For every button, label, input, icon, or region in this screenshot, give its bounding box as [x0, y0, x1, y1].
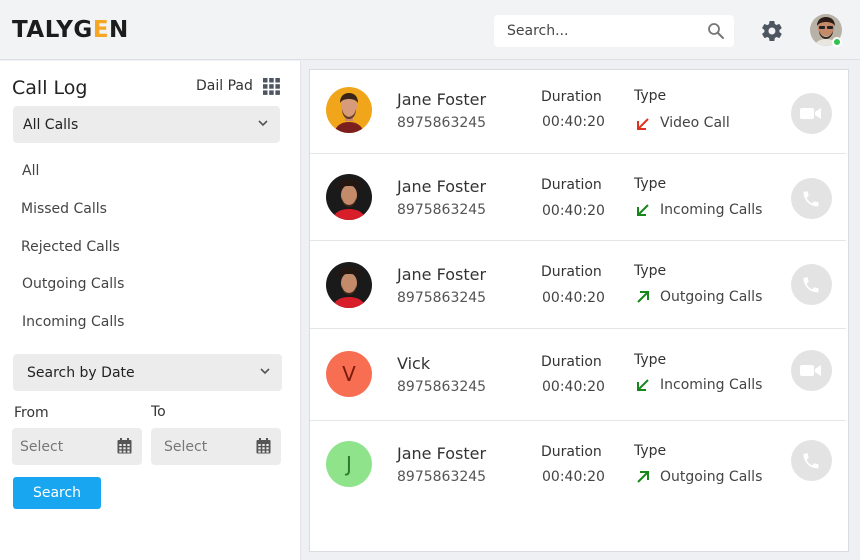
- talygen-logo[interactable]: TALYGEN: [12, 17, 129, 43]
- dialpad-label[interactable]: Dail Pad: [196, 78, 253, 94]
- duration-value: 00:40:20: [542, 290, 605, 306]
- missed-call-arrow-icon: [637, 118, 649, 130]
- contact-phone: 8975863245: [397, 115, 487, 131]
- outgoing-call-arrow-icon: [637, 291, 649, 303]
- duration-value: 00:40:20: [542, 469, 605, 485]
- filter-item-rejected[interactable]: Rejected Calls: [21, 239, 120, 255]
- from-label: From: [14, 405, 49, 421]
- contact-phone: 8975863245: [397, 202, 487, 218]
- contact-name: Vick: [397, 354, 431, 373]
- contact-avatar: [326, 262, 372, 308]
- duration-value: 00:40:20: [542, 379, 605, 395]
- date-filter-value: Search by Date: [27, 365, 135, 381]
- chevron-down-icon: [260, 368, 270, 375]
- call-type-value: Incoming Calls: [660, 202, 763, 218]
- dialpad-grid-icon[interactable]: [263, 78, 280, 95]
- filter-item-all[interactable]: All: [22, 163, 39, 179]
- incoming-call-arrow-icon: [637, 204, 649, 216]
- type-label: Type: [634, 263, 667, 279]
- calendar-icon[interactable]: [117, 438, 132, 454]
- call-type-value: Incoming Calls: [660, 377, 763, 393]
- call-row[interactable]: Jane Foster 8975863245 Duration 00:40:20…: [310, 154, 846, 241]
- call-filter-select[interactable]: All Calls: [13, 106, 280, 143]
- filter-item-outgoing[interactable]: Outgoing Calls: [22, 276, 124, 292]
- type-label: Type: [634, 88, 667, 104]
- duration-label: Duration: [541, 264, 602, 280]
- duration-label: Duration: [541, 354, 602, 370]
- top-bar: TALYGEN: [0, 0, 860, 60]
- call-row[interactable]: Jane Foster 8975863245 Duration 00:40:20…: [310, 241, 846, 329]
- to-date-input[interactable]: Select: [151, 428, 281, 465]
- call-type-value: Outgoing Calls: [660, 289, 763, 305]
- type-label: Type: [634, 443, 667, 459]
- phone-icon: [803, 453, 819, 469]
- contact-avatar: [326, 174, 372, 220]
- voice-call-button[interactable]: [791, 264, 832, 305]
- contact-phone: 8975863245: [397, 379, 487, 395]
- duration-value: 00:40:20: [542, 203, 605, 219]
- voice-call-button[interactable]: [791, 440, 832, 481]
- outgoing-call-arrow-icon: [637, 471, 649, 483]
- contact-phone: 8975863245: [397, 469, 487, 485]
- contact-avatar: V: [326, 351, 372, 397]
- call-type-value: Outgoing Calls: [660, 469, 763, 485]
- contact-name: Jane Foster: [397, 177, 487, 196]
- call-row[interactable]: V Vick 8975863245 Duration 00:40:20 Type…: [310, 329, 846, 421]
- contact-name: Jane Foster: [397, 444, 487, 463]
- contact-avatar: J: [326, 441, 372, 487]
- video-icon: [800, 108, 821, 119]
- contact-name: Jane Foster: [397, 265, 487, 284]
- contact-phone: 8975863245: [397, 290, 487, 306]
- video-call-button[interactable]: [791, 93, 832, 134]
- filter-item-missed[interactable]: Missed Calls: [21, 201, 107, 217]
- incoming-call-arrow-icon: [637, 379, 649, 391]
- search-button[interactable]: Search: [13, 477, 101, 509]
- call-row[interactable]: J Jane Foster 8975863245 Duration 00:40:…: [310, 421, 846, 511]
- call-row[interactable]: Jane Foster 8975863245 Duration 00:40:20…: [310, 70, 846, 154]
- phone-icon: [803, 191, 819, 207]
- from-date-placeholder: Select: [20, 439, 64, 455]
- contact-name: Jane Foster: [397, 90, 487, 109]
- online-status-indicator: [832, 37, 842, 47]
- chevron-down-icon: [258, 120, 268, 127]
- type-label: Type: [634, 176, 667, 192]
- duration-label: Duration: [541, 444, 602, 460]
- call-filter-value: All Calls: [23, 117, 79, 133]
- search-input[interactable]: [494, 15, 704, 47]
- filter-item-incoming[interactable]: Incoming Calls: [22, 314, 124, 330]
- gear-icon[interactable]: [760, 19, 784, 43]
- video-call-button[interactable]: [791, 350, 832, 391]
- from-date-input[interactable]: Select: [12, 428, 142, 465]
- search-icon[interactable]: [707, 22, 725, 40]
- call-type-value: Video Call: [660, 115, 730, 131]
- duration-value: 00:40:20: [542, 114, 605, 130]
- calendar-icon[interactable]: [256, 438, 271, 454]
- voice-call-button[interactable]: [791, 178, 832, 219]
- global-search: [494, 15, 734, 47]
- duration-label: Duration: [541, 177, 602, 193]
- contact-avatar: [326, 87, 372, 133]
- phone-icon: [803, 277, 819, 293]
- type-label: Type: [634, 352, 667, 368]
- date-filter-select[interactable]: Search by Date: [13, 354, 282, 391]
- to-date-placeholder: Select: [164, 439, 208, 455]
- call-log-sidebar: Call Log Dail Pad All Calls All Missed C…: [0, 61, 301, 560]
- call-list: Jane Foster 8975863245 Duration 00:40:20…: [309, 69, 849, 552]
- to-label: To: [151, 404, 166, 420]
- sidebar-title: Call Log: [12, 77, 88, 99]
- duration-label: Duration: [541, 89, 602, 105]
- video-icon: [800, 365, 821, 376]
